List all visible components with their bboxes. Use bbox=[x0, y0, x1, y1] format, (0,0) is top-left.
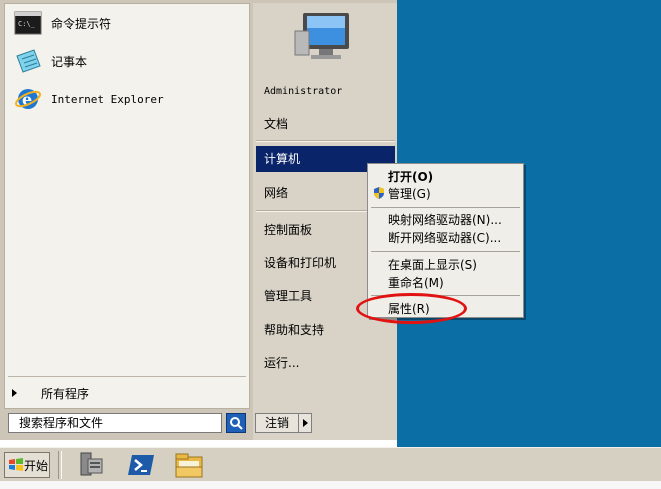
user-picture-monitor-icon bbox=[291, 7, 361, 69]
menu-item-properties[interactable]: 属性(R) bbox=[388, 300, 430, 318]
powershell-icon[interactable] bbox=[126, 451, 156, 479]
divider bbox=[8, 376, 246, 377]
program-label: Internet Explorer bbox=[51, 92, 164, 106]
menu-item-rename[interactable]: 重命名(M) bbox=[388, 274, 444, 292]
arrow-right-icon bbox=[302, 419, 308, 427]
place-run[interactable]: 运行... bbox=[256, 350, 395, 376]
server-manager-icon[interactable] bbox=[76, 451, 106, 479]
start-menu: C:\_ 命令提示符 记事本 e Internet Explorer 所有程序 … bbox=[0, 0, 397, 440]
programs-panel: C:\_ 命令提示符 记事本 e Internet Explorer bbox=[4, 3, 250, 409]
taskbar: 开始 bbox=[0, 447, 661, 482]
divider bbox=[58, 451, 62, 479]
program-label: 命令提示符 bbox=[51, 16, 112, 31]
divider bbox=[371, 207, 520, 208]
svg-text:C:\_: C:\_ bbox=[18, 20, 36, 28]
logoff-button[interactable]: 注销 bbox=[255, 413, 299, 433]
shutdown-options-button[interactable] bbox=[298, 413, 312, 433]
start-button[interactable]: 开始 bbox=[4, 452, 50, 478]
place-help-support[interactable]: 帮助和支持 bbox=[256, 317, 395, 343]
search-button[interactable] bbox=[226, 413, 246, 433]
place-documents[interactable]: 文档 bbox=[256, 111, 395, 137]
divider bbox=[371, 295, 520, 296]
search-input[interactable]: 搜索程序和文件 bbox=[8, 413, 222, 433]
divider bbox=[256, 140, 395, 142]
window-bottom-edge bbox=[0, 481, 661, 489]
menu-item-manage[interactable]: 管理(G) bbox=[388, 185, 431, 203]
menu-item-show-on-desktop[interactable]: 在桌面上显示(S) bbox=[388, 256, 477, 274]
arrow-right-icon bbox=[12, 389, 17, 397]
computer-context-menu: 打开(O) 管理(G) 映射网络驱动器(N)... 断开网络驱动器(C)... … bbox=[367, 163, 524, 318]
notepad-icon bbox=[13, 47, 43, 75]
program-notepad[interactable]: 记事本 bbox=[13, 46, 247, 76]
ie-icon: e bbox=[13, 85, 43, 113]
all-programs-button[interactable]: 所有程序 bbox=[8, 382, 246, 404]
shield-icon bbox=[372, 186, 386, 200]
all-programs-label: 所有程序 bbox=[41, 386, 90, 401]
windows-logo-icon bbox=[9, 458, 23, 471]
program-label: 记事本 bbox=[51, 54, 88, 69]
cmd-icon: C:\_ bbox=[13, 9, 43, 37]
menu-item-open[interactable]: 打开(O) bbox=[388, 168, 433, 186]
start-label: 开始 bbox=[24, 458, 49, 473]
divider bbox=[371, 251, 520, 252]
menu-item-map-network-drive[interactable]: 映射网络驱动器(N)... bbox=[388, 211, 502, 229]
explorer-folder-icon[interactable] bbox=[174, 451, 204, 479]
program-internet-explorer[interactable]: e Internet Explorer bbox=[13, 84, 247, 114]
search-icon bbox=[230, 417, 243, 430]
program-command-prompt[interactable]: C:\_ 命令提示符 bbox=[13, 8, 247, 38]
menu-item-disconnect-network-drive[interactable]: 断开网络驱动器(C)... bbox=[388, 229, 501, 247]
user-name-administrator[interactable]: Administrator bbox=[256, 79, 395, 105]
